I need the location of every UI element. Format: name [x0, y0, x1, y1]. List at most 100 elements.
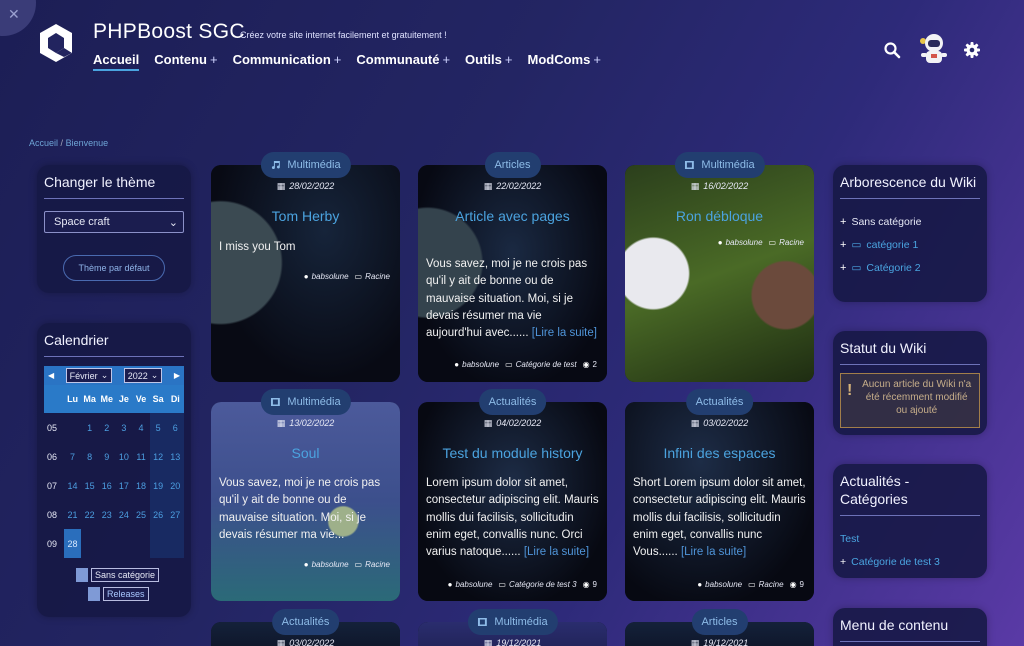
card-title[interactable]: Soul	[211, 445, 400, 461]
site-title[interactable]: PHPBoost SGC	[93, 20, 245, 44]
card-category-badge[interactable]: Actualités	[271, 609, 340, 635]
content-card[interactable]: Articles ▦ 19/12/2021	[625, 609, 814, 646]
news-category-item[interactable]: + Catégorie de test 3	[840, 550, 980, 573]
card-category-badge[interactable]: Multimédia	[467, 609, 558, 635]
search-icon[interactable]	[883, 41, 901, 59]
card-category-badge[interactable]: Articles	[691, 609, 748, 635]
phpboost-logo[interactable]	[38, 23, 74, 63]
author[interactable]: ● babsolune	[304, 272, 349, 281]
content-card[interactable]: Actualités ▦ 04/02/2022 Test du module hist…	[418, 389, 607, 601]
user-icon: ●	[697, 580, 703, 589]
nav-communication[interactable]: Communication +	[233, 52, 342, 71]
legend-label[interactable]: Sans catégorie	[91, 568, 160, 582]
calendar-day[interactable]: 10	[115, 442, 132, 471]
card-category-link[interactable]: ▭ Racine	[355, 560, 390, 569]
card-category-badge[interactable]: Articles	[484, 152, 541, 178]
card-title[interactable]: Ron débloque	[625, 208, 814, 224]
calendar-day[interactable]: 25	[133, 500, 150, 529]
breadcrumb-separator: /	[60, 138, 64, 148]
calendar-day[interactable]: 8	[81, 442, 98, 471]
card-category-link[interactable]: ▭ Racine	[748, 580, 783, 589]
card-category-link[interactable]: ▭ Racine	[355, 272, 390, 281]
content-card[interactable]: Multimédia ▦ 19/12/2021	[418, 609, 607, 646]
content-card[interactable]: Multimédia ▦ 28/02/2022 Tom Herby I miss you…	[211, 152, 400, 382]
astronaut-avatar[interactable]	[915, 30, 951, 66]
card-title[interactable]: Infini des espaces	[625, 445, 814, 461]
calendar-day[interactable]: 23	[98, 500, 115, 529]
content-card[interactable]: Multimédia ▦ 13/02/2022 Soul Vous savez, moi…	[211, 389, 400, 601]
breadcrumb-root[interactable]: Accueil	[29, 138, 58, 148]
content-card[interactable]: Actualités ▦ 03/02/2022 Infini des espaces S…	[625, 389, 814, 601]
read-more-link[interactable]: [Lire la suite]	[532, 327, 597, 339]
read-more-link[interactable]: [Lire la suite]	[681, 546, 746, 558]
calendar-day[interactable]: 9	[98, 442, 115, 471]
tree-item[interactable]: + ▭ Catégorie 2	[840, 256, 980, 279]
calendar-day[interactable]: 6	[166, 413, 184, 443]
nav-label: Outils	[465, 52, 502, 67]
calendar-day[interactable]: 18	[133, 471, 150, 500]
next-month-icon[interactable]: ▶	[174, 371, 180, 380]
day-header: Ma	[81, 385, 99, 414]
calendar-day[interactable]: 19	[149, 471, 167, 501]
content-card[interactable]: Actualités ▦ 03/02/2022	[211, 609, 400, 646]
nav-accueil[interactable]: Accueil	[93, 52, 140, 71]
calendar-day[interactable]: 17	[115, 471, 132, 500]
author[interactable]: ● babsolune	[454, 360, 499, 369]
nav-communaute[interactable]: Communauté +	[356, 52, 450, 71]
card-title[interactable]: Test du module history	[418, 445, 607, 461]
gear-icon[interactable]	[963, 41, 981, 59]
card-category-badge[interactable]: Multimédia	[260, 152, 351, 178]
content-card[interactable]: Articles ▦ 22/02/2022 Article avec pages Vou…	[418, 152, 607, 382]
author[interactable]: ● babsolune	[718, 238, 763, 247]
author[interactable]: ● babsolune	[448, 580, 493, 589]
card-category-badge[interactable]: Actualités	[478, 389, 547, 415]
tree-item[interactable]: + Sans catégorie	[840, 210, 980, 233]
calendar-day[interactable]: 28	[64, 529, 82, 559]
calendar-day[interactable]: 27	[166, 500, 184, 530]
card-category-link[interactable]: ▭ Catégorie de test 3	[498, 580, 576, 589]
author[interactable]: ● babsolune	[304, 560, 349, 569]
content-card[interactable]: Multimédia ▦ 16/02/2022 Ron débloque ● babsol…	[625, 152, 814, 382]
calendar-day[interactable]: 12	[149, 442, 167, 472]
calendar-day[interactable]: 11	[133, 442, 150, 471]
calendar-day[interactable]: 4	[133, 413, 150, 442]
calendar-day[interactable]: 3	[115, 413, 132, 442]
breadcrumb-current[interactable]: Bienvenue	[66, 138, 109, 148]
card-title[interactable]: Article avec pages	[418, 208, 607, 224]
theme-select[interactable]: Space craft ⌄	[44, 211, 184, 234]
tools-corner-button[interactable]: ✕	[0, 0, 36, 36]
nav-contenu[interactable]: Contenu +	[154, 52, 217, 71]
calendar-day[interactable]: 15	[81, 471, 98, 500]
calendar-day[interactable]: 26	[149, 500, 167, 530]
card-category-badge[interactable]: Multimédia	[674, 152, 765, 178]
card-category-badge[interactable]: Actualités	[685, 389, 754, 415]
calendar-day[interactable]: 1	[81, 413, 98, 442]
card-title[interactable]: Tom Herby	[211, 208, 400, 224]
calendar-day[interactable]: 2	[98, 413, 115, 442]
previous-month-icon[interactable]: ◀	[48, 371, 54, 380]
author[interactable]: ● babsolune	[697, 580, 742, 589]
read-more-link[interactable]: [Lire la suite]	[524, 546, 589, 558]
calendar-day[interactable]: 7	[64, 442, 81, 471]
calendar-day[interactable]: 14	[64, 471, 81, 500]
news-category-item[interactable]: Test	[840, 527, 980, 550]
card-category-link[interactable]: ▭ Racine	[769, 238, 804, 247]
calendar-day[interactable]: 21	[64, 500, 81, 529]
calendar-day[interactable]: 24	[115, 500, 132, 529]
year-select[interactable]: 2022 ⌄	[123, 368, 163, 384]
calendar-day[interactable]: 20	[166, 471, 184, 501]
calendar-day[interactable]: 16	[98, 471, 115, 500]
author-name: babsolune	[311, 272, 349, 281]
card-category-badge[interactable]: Multimédia	[260, 389, 351, 415]
card-date: ▦ 13/02/2022	[211, 418, 400, 429]
calendar-day[interactable]: 13	[166, 442, 184, 472]
nav-modcoms[interactable]: ModComs +	[527, 52, 600, 71]
tree-item[interactable]: + ▭ catégorie 1	[840, 233, 980, 256]
card-category-link[interactable]: ▭ Catégorie de test	[505, 360, 577, 369]
calendar-day[interactable]: 22	[81, 500, 98, 529]
nav-outils[interactable]: Outils +	[465, 52, 512, 71]
default-theme-button[interactable]: Thème par défaut	[63, 255, 165, 282]
month-select[interactable]: Février ⌄	[65, 368, 113, 384]
legend-label[interactable]: Releases	[103, 587, 149, 601]
calendar-day[interactable]: 5	[149, 413, 167, 443]
